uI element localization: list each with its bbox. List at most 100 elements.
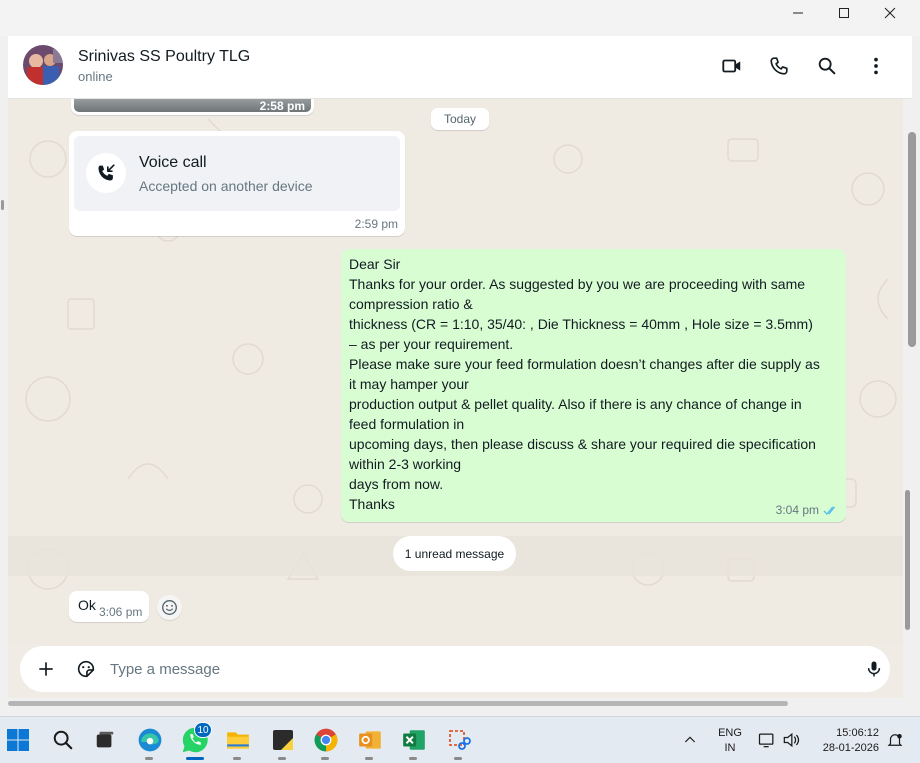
react-button[interactable]	[157, 595, 182, 620]
snipping-tool-button[interactable]	[444, 725, 474, 755]
microphone-icon	[867, 661, 881, 677]
right-scrollbar-thumb[interactable]	[908, 132, 916, 347]
image-thumbnail[interactable]: 2:58 pm	[74, 99, 311, 113]
close-button[interactable]	[867, 0, 913, 26]
maximize-button[interactable]	[821, 0, 867, 26]
horizontal-scrollbar-thumb[interactable]	[8, 701, 788, 706]
close-icon	[884, 7, 896, 19]
task-view-icon	[96, 731, 114, 748]
contact-name[interactable]: Srinivas SS Poultry TLG	[78, 48, 250, 66]
image-message-time: 2:58 pm	[259, 99, 305, 113]
chrome-button[interactable]	[311, 725, 341, 755]
file-explorer-icon	[227, 732, 249, 749]
language-indicator[interactable]: ENG IN	[717, 726, 743, 756]
search-button[interactable]	[815, 54, 839, 78]
sticky-notes-button[interactable]	[268, 725, 298, 755]
search-icon	[818, 57, 836, 75]
voice-call-title: Voice call	[139, 154, 207, 171]
outlook-icon	[359, 731, 381, 749]
message-line: compression ratio &	[349, 296, 473, 312]
message-line: days from now.	[349, 476, 444, 492]
clock-date: 28-01-2026	[822, 742, 879, 754]
message-line: thickness (CR = 1:10, 35/40: , Die Thick…	[349, 316, 813, 332]
left-scrollbar[interactable]	[0, 36, 8, 708]
volume-button[interactable]	[776, 725, 806, 755]
plus-icon	[39, 662, 53, 676]
edge-button[interactable]	[135, 725, 165, 755]
voice-call-subtitle: Accepted on another device	[139, 178, 313, 194]
start-button[interactable]	[3, 725, 33, 755]
outgoing-message-meta: 3:04 pm	[776, 503, 839, 517]
taskbar-search-button[interactable]	[48, 725, 78, 755]
chevron-up-icon	[684, 736, 696, 743]
voice-call-time: 2:59 pm	[354, 217, 398, 231]
message-line: production output & pellet quality. Also…	[349, 396, 802, 412]
task-view-button[interactable]	[90, 725, 120, 755]
contact-status: online	[78, 69, 113, 84]
more-options-icon	[874, 57, 878, 75]
excel-icon	[403, 730, 425, 750]
language-region: IN	[724, 742, 736, 754]
clock-time: 15:06:12	[836, 727, 879, 739]
outgoing-message[interactable]: Dear Sir Thanks for your order. As sugge…	[341, 249, 846, 522]
double-tick-read-icon	[823, 506, 836, 515]
chat-header: Srinivas SS Poultry TLG online	[8, 36, 912, 99]
notification-bell-icon	[887, 734, 903, 746]
chat-scrollbar-thumb[interactable]	[905, 490, 910, 630]
whatsapp-unread-badge: 10	[194, 722, 212, 738]
horizontal-scrollbar[interactable]	[8, 698, 903, 709]
minimize-icon	[793, 12, 803, 14]
left-scrollbar-thumb[interactable]	[1, 200, 4, 210]
message-line: Thanks for your order. As suggested by y…	[349, 276, 806, 292]
incoming-message[interactable]: Ok 3:06 pm	[69, 591, 149, 622]
date-separator: Today	[431, 108, 489, 130]
voice-call-card[interactable]: Voice call Accepted on another device	[74, 136, 400, 211]
minimize-button[interactable]	[775, 0, 821, 26]
file-explorer-button[interactable]	[223, 725, 253, 755]
language-code: ENG	[718, 727, 742, 739]
volume-icon	[783, 732, 800, 748]
message-input[interactable]	[110, 655, 830, 683]
snipping-tool-icon	[449, 730, 471, 750]
explorer-running-indicator	[233, 757, 241, 760]
sticky-notes-running-indicator	[278, 757, 286, 760]
emoji-icon	[162, 600, 177, 615]
message-line: Please make sure your feed formulation d…	[349, 356, 820, 372]
system-clock[interactable]: 15:06:12 28-01-2026	[811, 726, 879, 756]
sticker-button[interactable]	[74, 657, 98, 681]
edge-icon	[138, 728, 162, 752]
snipping-tool-running-indicator	[454, 757, 462, 760]
message-line: feed formulation in	[349, 416, 465, 432]
voice-call-message[interactable]: Voice call Accepted on another device 2:…	[69, 131, 405, 236]
maximize-icon	[839, 8, 849, 18]
incoming-call-icon	[98, 164, 115, 181]
incoming-message-time: 3:06 pm	[99, 605, 143, 619]
network-icon	[758, 733, 774, 748]
search-icon	[53, 730, 73, 750]
notifications-button[interactable]	[880, 725, 910, 755]
voice-call-button[interactable]	[767, 54, 791, 78]
message-line: upcoming days, then please discuss & sha…	[349, 436, 816, 452]
message-line: Dear Sir	[349, 256, 401, 272]
chrome-icon	[314, 728, 338, 752]
video-call-button[interactable]	[720, 54, 744, 78]
attach-button[interactable]	[34, 657, 58, 681]
show-hidden-icons-button[interactable]	[675, 725, 705, 755]
chat-messages-area[interactable]: 2:58 pm Today Voice call Accepted on ano…	[8, 99, 903, 644]
missed-call-icon-wrap	[86, 153, 126, 193]
more-options-button[interactable]	[864, 54, 888, 78]
composer-box	[20, 646, 890, 692]
edge-running-indicator	[145, 757, 153, 760]
outgoing-message-time: 3:04 pm	[775, 503, 819, 517]
whatsapp-active-indicator	[186, 757, 204, 760]
message-line: Thanks	[349, 496, 395, 512]
message-composer	[8, 644, 903, 698]
image-message[interactable]: 2:58 pm	[71, 99, 314, 115]
message-line: it may hamper your	[349, 376, 469, 392]
excel-button[interactable]	[399, 725, 429, 755]
windows-start-icon	[7, 729, 29, 751]
avatar[interactable]	[23, 45, 63, 85]
voice-message-button[interactable]	[862, 657, 886, 681]
outlook-button[interactable]	[355, 725, 385, 755]
unread-messages-chip: 1 unread message	[393, 536, 516, 571]
